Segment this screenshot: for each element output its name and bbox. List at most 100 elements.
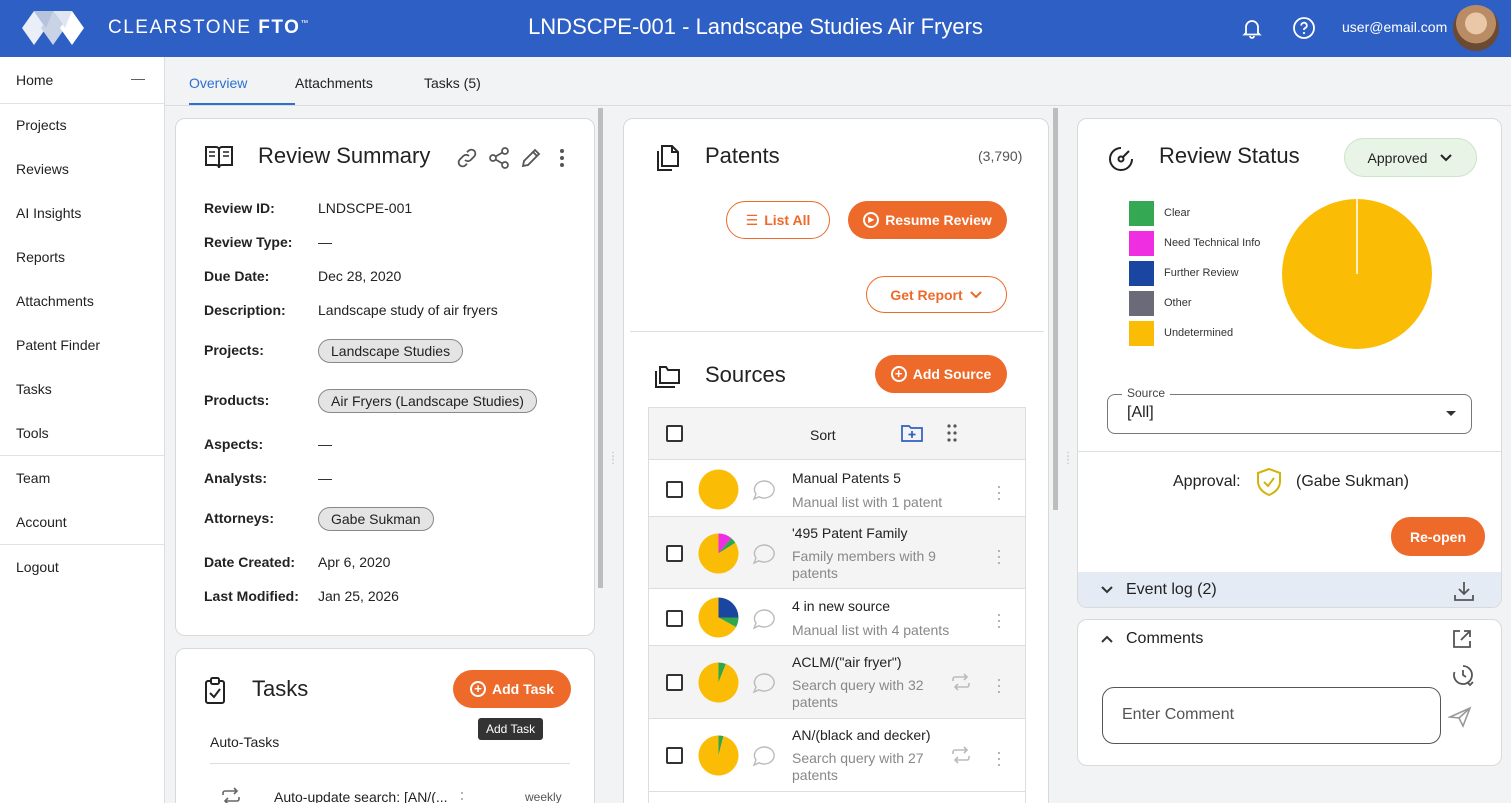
help-icon[interactable] bbox=[1292, 16, 1316, 40]
sidebar-item-tools[interactable]: Tools bbox=[16, 425, 49, 441]
link-icon[interactable] bbox=[455, 146, 479, 170]
add-task-button[interactable]: + Add Task bbox=[453, 670, 571, 708]
sidebar-item-attachments[interactable]: Attachments bbox=[16, 293, 94, 309]
tab-attachments[interactable]: Attachments bbox=[295, 75, 373, 91]
due-date-label: Due Date: bbox=[204, 268, 270, 284]
drag-grip-icon[interactable]: ⋮ ⋮ bbox=[608, 452, 618, 466]
open-book-icon bbox=[205, 146, 233, 169]
row-more-icon[interactable]: · · · bbox=[996, 541, 1002, 571]
comment-icon[interactable] bbox=[752, 672, 776, 694]
add-folder-icon[interactable] bbox=[901, 423, 923, 443]
review-id-label: Review ID: bbox=[204, 200, 275, 216]
user-email[interactable]: user@email.com bbox=[1342, 19, 1447, 35]
edit-pencil-icon[interactable] bbox=[519, 146, 543, 170]
status-dropdown[interactable]: Approved bbox=[1344, 138, 1477, 177]
comment-icon[interactable] bbox=[752, 745, 776, 767]
comment-icon[interactable] bbox=[752, 479, 776, 501]
add-source-button[interactable]: + Add Source bbox=[875, 355, 1007, 393]
source-description: Search query with 27 patents bbox=[792, 750, 924, 783]
pie-slice bbox=[698, 469, 739, 510]
download-icon[interactable] bbox=[1453, 580, 1475, 602]
sidebar-item-ai-insights[interactable]: AI Insights bbox=[16, 205, 81, 221]
date-created-label: Date Created: bbox=[204, 554, 296, 570]
send-icon[interactable] bbox=[1448, 706, 1472, 728]
source-status-pie bbox=[698, 469, 739, 510]
get-report-label: Get Report bbox=[890, 286, 963, 303]
collapse-icon[interactable]: — bbox=[131, 70, 145, 86]
row-checkbox[interactable] bbox=[666, 674, 683, 691]
source-row[interactable]: AN/(black and decker) Search query with … bbox=[649, 719, 1025, 792]
list-all-button[interactable]: ☰ List All bbox=[726, 201, 830, 239]
comment-icon[interactable] bbox=[752, 543, 776, 565]
row-checkbox[interactable] bbox=[666, 481, 683, 498]
row-checkbox[interactable] bbox=[666, 610, 683, 627]
event-log-bar[interactable]: Event log (2) bbox=[1078, 572, 1501, 607]
aspects-label: Aspects: bbox=[204, 436, 264, 452]
row-checkbox[interactable] bbox=[666, 747, 683, 764]
product-chip[interactable]: Air Fryers (Landscape Studies) bbox=[318, 389, 537, 413]
more-options-icon[interactable] bbox=[557, 147, 567, 169]
row-more-icon[interactable]: · · · bbox=[996, 670, 1002, 700]
share-icon[interactable] bbox=[487, 146, 511, 170]
row-more-icon[interactable]: · · · bbox=[996, 743, 1002, 773]
review-type-value: — bbox=[318, 234, 332, 250]
aspects-value: — bbox=[318, 436, 332, 452]
source-row[interactable]: ACLM/("air fryer") Search query with 32 … bbox=[649, 646, 1025, 719]
approver-name: (Gabe Sukman) bbox=[1296, 473, 1409, 490]
sidebar-item-team[interactable]: Team bbox=[16, 470, 50, 486]
sidebar-item-tasks[interactable]: Tasks bbox=[16, 381, 52, 397]
patents-card: Patents (3,790) ☰ List All ▶ Resume Revi… bbox=[623, 118, 1049, 803]
source-select[interactable]: Source [All] bbox=[1107, 386, 1472, 434]
get-report-button[interactable]: Get Report bbox=[866, 276, 1007, 313]
row-more-icon[interactable]: · · · bbox=[996, 605, 1002, 635]
analysts-value: — bbox=[318, 470, 332, 486]
sort-button[interactable]: Sort bbox=[810, 427, 836, 443]
sidebar-item-projects[interactable]: Projects bbox=[16, 117, 67, 133]
task-more-icon[interactable]: ··· bbox=[459, 783, 465, 803]
attorney-chip[interactable]: Gabe Sukman bbox=[318, 507, 434, 531]
due-date-value: Dec 28, 2020 bbox=[318, 268, 402, 284]
documents-icon bbox=[657, 145, 679, 171]
sync-icon[interactable] bbox=[950, 673, 972, 691]
sidebar-item-account[interactable]: Account bbox=[16, 514, 67, 530]
chevron-down-icon bbox=[1101, 586, 1113, 594]
comment-icon[interactable] bbox=[752, 608, 776, 630]
avatar[interactable] bbox=[1453, 5, 1499, 51]
sidebar-item-reviews[interactable]: Reviews bbox=[16, 161, 69, 177]
drag-handle-icon[interactable] bbox=[947, 424, 957, 442]
sync-icon[interactable] bbox=[950, 746, 972, 764]
source-row[interactable]: '495 Patent Family Family members with 9… bbox=[649, 517, 1025, 589]
patent-count: (3,790) bbox=[978, 148, 1023, 164]
source-status-pie bbox=[698, 533, 739, 574]
tasks-card: Tasks + Add Task Add Task Auto-Tasks Aut… bbox=[175, 648, 595, 803]
reopen-button[interactable]: Re-open bbox=[1391, 517, 1485, 556]
column-resize-handle[interactable] bbox=[1053, 108, 1058, 510]
drag-grip-icon[interactable]: ⋮ ⋮ bbox=[1063, 452, 1073, 466]
row-checkbox[interactable] bbox=[666, 545, 683, 562]
review-summary-card: Review Summary Review ID: LNDSCPE-001 Re… bbox=[175, 118, 595, 636]
task-item-label[interactable]: Auto-update search: [AN/(... bbox=[274, 789, 448, 803]
sidebar-item-home[interactable]: Home bbox=[16, 72, 53, 88]
sidebar-item-reports[interactable]: Reports bbox=[16, 249, 65, 265]
bell-icon[interactable] bbox=[1240, 16, 1264, 40]
source-row[interactable]: 4 in new source Manual list with 4 paten… bbox=[649, 589, 1025, 646]
tab-overview[interactable]: Overview bbox=[189, 75, 247, 91]
source-row[interactable]: Manual Patents 5 Manual list with 1 pate… bbox=[649, 461, 1025, 517]
sidebar-item-patent-finder[interactable]: Patent Finder bbox=[16, 337, 100, 353]
row-more-icon[interactable]: · · · bbox=[996, 477, 1002, 507]
task-frequency: weekly bbox=[525, 790, 562, 803]
project-chip[interactable]: Landscape Studies bbox=[318, 339, 464, 363]
open-external-icon[interactable] bbox=[1451, 628, 1473, 650]
sidebar-divider bbox=[0, 103, 164, 104]
resume-review-button[interactable]: ▶ Resume Review bbox=[848, 201, 1007, 239]
select-all-checkbox[interactable] bbox=[666, 425, 683, 442]
comment-input[interactable]: Enter Comment bbox=[1102, 687, 1441, 744]
legend-swatch-further-review bbox=[1129, 261, 1154, 286]
tab-tasks[interactable]: Tasks (5) bbox=[424, 75, 481, 91]
legend-label: Need Technical Info bbox=[1164, 237, 1261, 249]
history-icon[interactable] bbox=[1451, 663, 1475, 687]
column-resize-handle[interactable] bbox=[598, 108, 603, 588]
analysts-label: Analysts: bbox=[204, 470, 268, 486]
chevron-up-icon[interactable] bbox=[1100, 634, 1114, 644]
sidebar-item-logout[interactable]: Logout bbox=[16, 559, 59, 575]
